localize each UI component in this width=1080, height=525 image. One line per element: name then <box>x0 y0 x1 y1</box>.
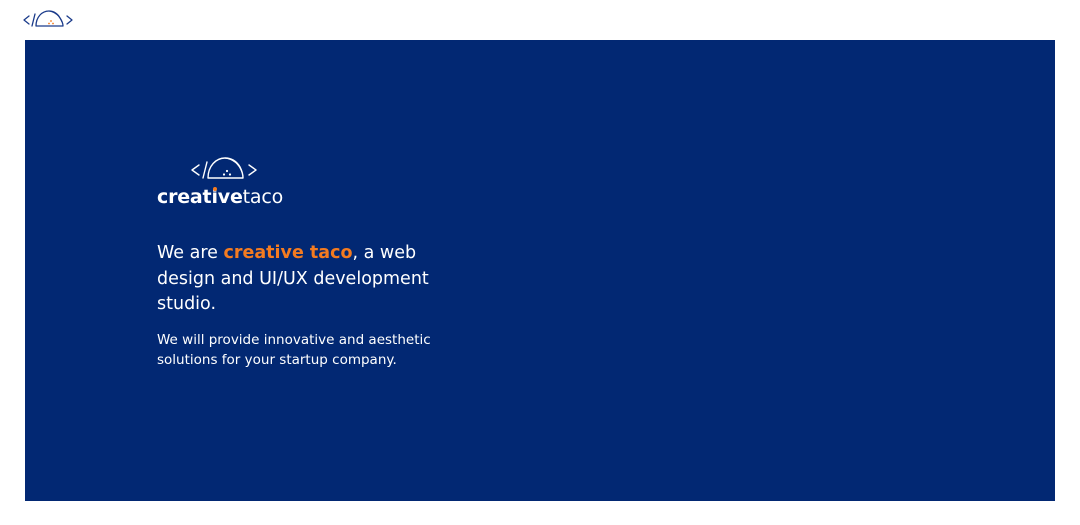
site-header <box>0 0 1080 40</box>
wordmark-creative-part: creat <box>157 186 212 208</box>
hero-subtext: We will provide innovative and aesthetic… <box>157 331 431 368</box>
home-logo-link[interactable] <box>22 8 74 30</box>
headline-prefix: We are <box>157 243 224 263</box>
wordmark-ve-part: ve <box>217 186 243 208</box>
hero-section: creativetaco We are creative taco, a web… <box>25 40 1055 501</box>
hero-content: creativetaco We are creative taco, a web… <box>157 154 477 370</box>
code-taco-logo-icon <box>191 157 257 179</box>
hero-headline: We are creative taco, a web design and U… <box>157 241 447 318</box>
brand-wordmark: creativetaco <box>157 186 477 208</box>
wordmark-taco-part: taco <box>242 186 284 208</box>
code-taco-logo-icon <box>23 10 73 27</box>
headline-brand-accent: creative taco <box>223 243 353 263</box>
wordmark-i-letter: i <box>211 186 218 208</box>
